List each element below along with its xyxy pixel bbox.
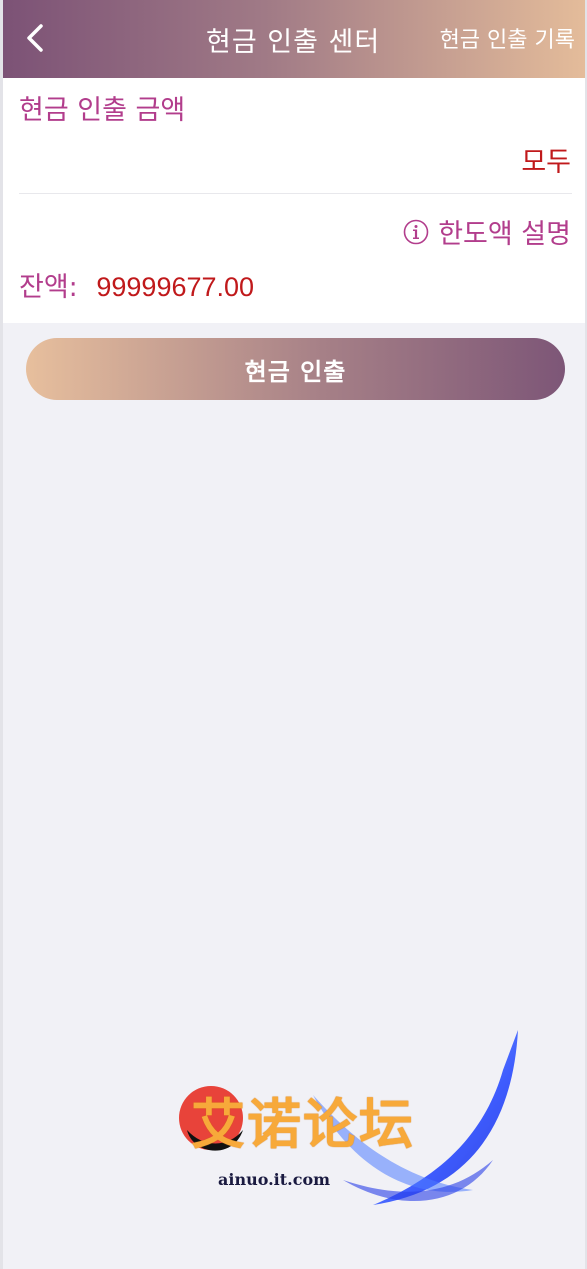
- withdraw-form-card: 현금 인출 금액 모두 한도액 설명 잔액: 99999677.00: [3, 78, 585, 323]
- amount-label: 현금 인출 금액: [19, 95, 186, 126]
- back-button[interactable]: [15, 18, 55, 58]
- page-title: 현금 인출 센터: [206, 27, 381, 58]
- watermark-domain: ainuo.it.com: [218, 1170, 331, 1189]
- top-nav-bar: 현금 인출 센터 현금 인출 기록: [3, 0, 585, 78]
- watermark-text: 艾诺论坛: [191, 1093, 415, 1156]
- balance-label: 잔액:: [19, 272, 78, 303]
- watermark-logo: 艾诺论坛 ainuo.it.com: [173, 1030, 533, 1220]
- limit-info-label: 한도액 설명: [438, 219, 571, 250]
- balance-value: 99999677.00: [96, 272, 255, 302]
- withdraw-history-link[interactable]: 현금 인출 기록: [440, 22, 575, 54]
- divider: [19, 193, 572, 194]
- app-root: 현금 인출 센터 현금 인출 기록 현금 인출 금액 모두 한도액 설명 잔액:…: [0, 0, 587, 1269]
- balance-row: 잔액: 99999677.00: [19, 265, 254, 304]
- withdraw-all-button[interactable]: 모두: [521, 140, 571, 179]
- limit-info-link[interactable]: 한도액 설명: [402, 212, 571, 251]
- withdraw-submit-button[interactable]: 현금 인출: [26, 338, 565, 400]
- chevron-left-icon: [27, 24, 43, 52]
- amount-input[interactable]: [19, 136, 483, 182]
- info-icon: [402, 218, 430, 246]
